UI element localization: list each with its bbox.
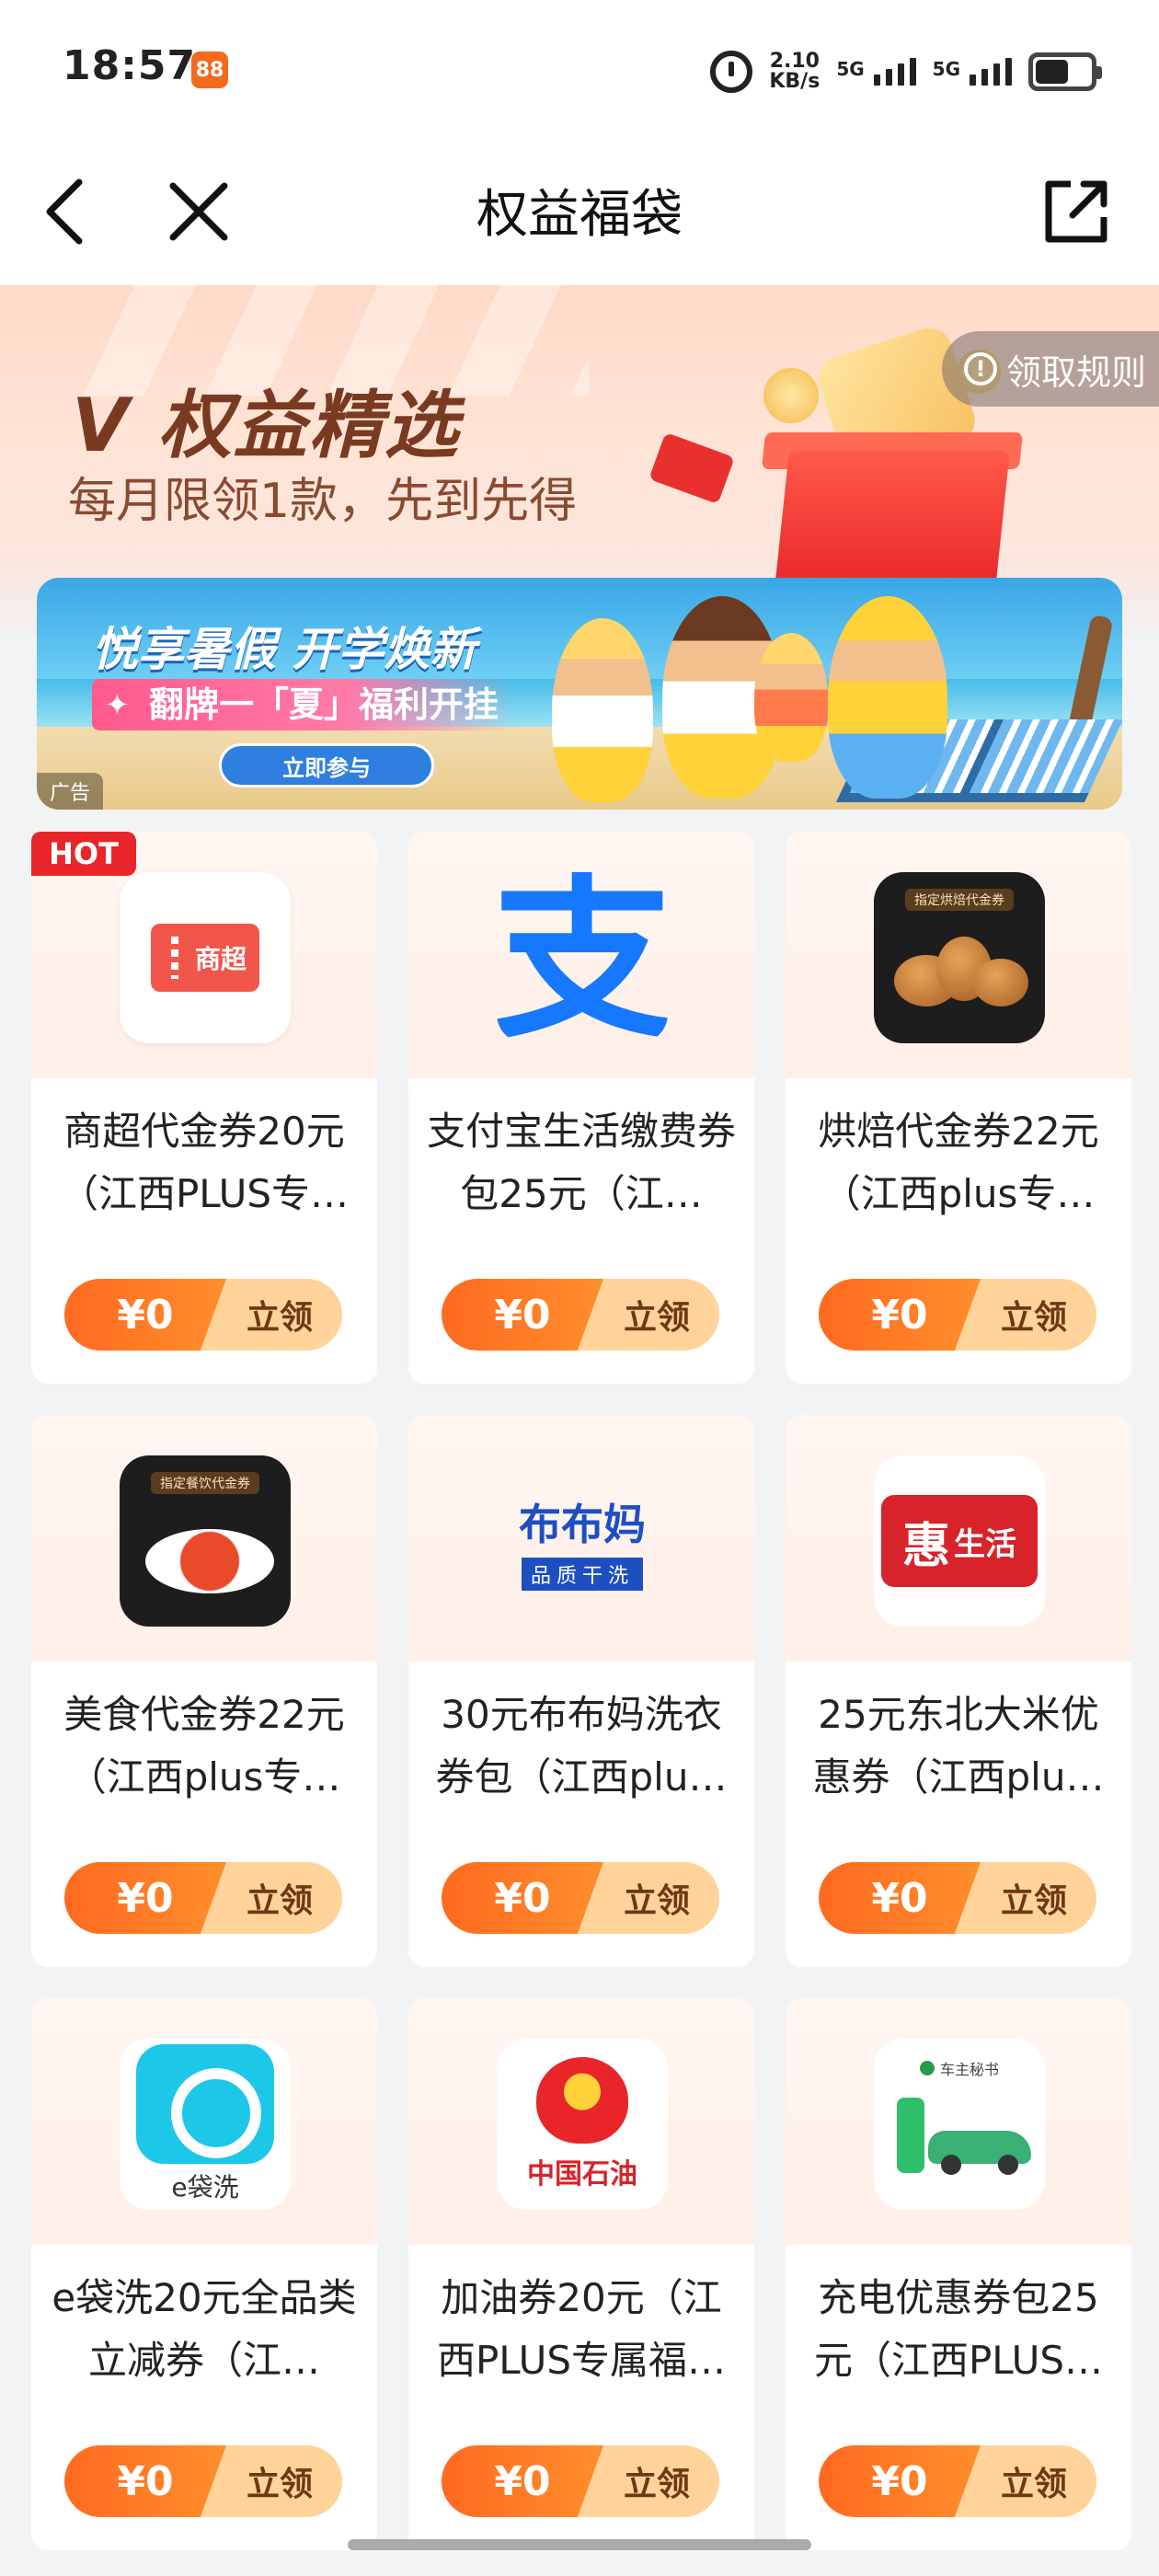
alarm-icon — [710, 51, 753, 93]
share-button[interactable] — [1030, 166, 1122, 258]
voucher-name: 充电优惠券包25元（江西PLUS… — [813, 2275, 1104, 2383]
claim-button[interactable]: ¥0 立领 — [819, 1279, 1096, 1351]
food-illustration — [136, 1511, 274, 1599]
voucher-name: 25元东北大米优惠券（江西plu… — [812, 1692, 1105, 1800]
net-speed-value: 2.10 — [769, 50, 820, 73]
claim-button[interactable]: ¥0 立领 — [64, 1862, 342, 1934]
claim-price: ¥0 — [442, 2445, 603, 2517]
status-bar: 18:57 88 2.10 KB/s 5G 5G — [0, 0, 1159, 138]
supermarket-voucher-icon: 商超 — [120, 872, 291, 1043]
claim-price: ¥0 — [64, 1862, 226, 1934]
edaixi-icon: e袋洗 — [120, 2039, 291, 2210]
logo-label: 指定烘焙代金券 — [905, 889, 1014, 911]
logo-label: 车主秘书 — [920, 2057, 999, 2079]
ad-subtitle: 翻牌一「夏」福利开挂 — [92, 679, 518, 730]
ad-title: 悦享暑假 开学焕新 — [92, 623, 476, 676]
share-icon — [1045, 180, 1107, 243]
kid-illustration — [828, 596, 947, 799]
claim-price: ¥0 — [819, 2445, 981, 2517]
bread-illustration — [890, 927, 1028, 1016]
claim-button[interactable]: ¥0 立领 — [819, 1862, 1096, 1934]
voucher-name: 美食代金券22元（江西plus专… — [63, 1692, 345, 1800]
rules-button[interactable]: ! 领取规则 — [942, 331, 1159, 407]
claim-price: ¥0 — [819, 1279, 981, 1351]
logo-label: 中国石油 — [527, 2158, 637, 2191]
voucher-card[interactable]: 惠 生活 25元东北大米优惠券（江西plu… ¥0 立领 — [786, 1415, 1131, 1967]
kid-illustration — [552, 618, 653, 802]
petrochina-emblem-icon — [536, 2057, 628, 2144]
nav-bar: 权益福袋 — [0, 138, 1159, 285]
logo-label: 惠 — [901, 1517, 950, 1574]
bakery-voucher-icon: 指定烘焙代金券 — [874, 872, 1045, 1043]
hui-logo: 惠 生活 — [881, 1495, 1038, 1587]
logo-label: 指定餐饮代金券 — [151, 1472, 259, 1494]
hero-title: V 权益精选 — [72, 383, 460, 468]
sim1-label: 5G — [836, 58, 865, 80]
voucher-name: 烘焙代金券22元（江西plus专… — [818, 1109, 1099, 1216]
edaixi-bubble-icon — [136, 2044, 274, 2164]
net-speed: 2.10 KB/s — [769, 52, 820, 92]
ev-charging-icon: 车主秘书 — [874, 2039, 1045, 2210]
claim-price: ¥0 — [64, 1279, 226, 1351]
voucher-card[interactable]: 指定烘焙代金券 烘焙代金券22元（江西plus专… ¥0 立领 — [786, 832, 1131, 1384]
bubuma-laundry-icon: 布布妈 品质干洗 — [497, 1455, 668, 1627]
hero-subtitle: 每月限领1款，先到先得 — [68, 474, 578, 529]
logo-label: e袋洗 — [171, 2172, 239, 2202]
hot-badge: HOT — [31, 832, 136, 876]
voucher-card[interactable]: 中国石油 加油券20元（江西PLUS专属福… ¥0 立领 — [408, 1998, 754, 2550]
claim-button[interactable]: ¥0 立领 — [442, 2445, 719, 2517]
status-time: 18:57 — [63, 42, 197, 89]
ad-join-button[interactable]: 立即参与 — [219, 743, 434, 788]
kid-illustration — [754, 633, 828, 762]
voucher-name: 商超代金券20元（江西PLUS专… — [59, 1109, 350, 1216]
rules-label: 领取规则 — [1006, 351, 1147, 393]
net-speed-unit: KB/s — [769, 70, 820, 93]
petrochina-icon: 中国石油 — [497, 2039, 668, 2210]
claim-button[interactable]: ¥0 立领 — [442, 1862, 719, 1934]
red-envelope-icon — [648, 431, 735, 505]
claim-button[interactable]: ¥0 立领 — [819, 2445, 1096, 2517]
ev-charger-illustration — [886, 2088, 1033, 2177]
voucher-card[interactable]: 车主秘书 充电优惠券包25元（江西PLUS… ¥0 立领 — [786, 1998, 1131, 2550]
claim-price: ¥0 — [442, 1862, 603, 1934]
voucher-card[interactable]: 商超 商超代金券20元（江西PLUS专… ¥0 立领 — [31, 832, 377, 1384]
voucher-grid: 商超 商超代金券20元（江西PLUS专… ¥0 立领 支 支付宝生活缴费券包25… — [31, 832, 1131, 2550]
voucher-name: 加油券20元（江西PLUS专属福… — [436, 2275, 727, 2383]
claim-button[interactable]: ¥0 立领 — [64, 2445, 342, 2517]
claim-price: ¥0 — [442, 1279, 603, 1351]
ad-banner[interactable]: 悦享暑假 开学焕新 翻牌一「夏」福利开挂 立即参与 广告 — [37, 578, 1122, 810]
logo-label: 商超 — [151, 924, 259, 992]
claim-button[interactable]: ¥0 立领 — [442, 1279, 719, 1351]
voucher-card[interactable]: e袋洗 e袋洗20元全品类立减券（江… ¥0 立领 — [31, 1998, 377, 2550]
signal-icon-sim1: 5G — [836, 58, 916, 86]
signal-icon-sim2: 5G — [933, 58, 1012, 86]
voucher-name: e袋洗20元全品类立减券（江… — [52, 2275, 357, 2383]
claim-price: ¥0 — [64, 2445, 226, 2517]
claim-price: ¥0 — [819, 1862, 981, 1934]
battery-icon — [1028, 52, 1102, 91]
logo-label: 支 — [497, 872, 668, 1043]
voucher-card[interactable]: 布布妈 品质干洗 30元布布妈洗衣券包（江西plu… ¥0 立领 — [408, 1415, 754, 1967]
page-title: 权益福袋 — [476, 185, 683, 245]
status-indicators: 2.10 KB/s 5G 5G — [710, 46, 1102, 98]
info-icon: ! — [964, 352, 997, 385]
voucher-card[interactable]: 支 支付宝生活缴费券包25元（江… ¥0 立领 — [408, 832, 754, 1384]
logo-sublabel: 品质干洗 — [521, 1558, 643, 1591]
ad-tag: 广告 — [37, 773, 103, 810]
voucher-name: 30元布布妈洗衣券包（江西plu… — [435, 1692, 728, 1800]
claim-button[interactable]: ¥0 立领 — [64, 1279, 342, 1351]
sim2-label: 5G — [932, 58, 960, 80]
huishenghuo-icon: 惠 生活 — [874, 1455, 1045, 1627]
app-notification-icon: 88 — [191, 52, 228, 88]
logo-label: 布布妈 — [519, 1500, 646, 1549]
home-indicator[interactable] — [348, 2539, 811, 2550]
alipay-icon: 支 — [497, 872, 668, 1043]
food-voucher-icon: 指定餐饮代金券 — [120, 1455, 291, 1627]
logo-sublabel: 生活 — [954, 1525, 1016, 1563]
voucher-card[interactable]: 指定餐饮代金券 美食代金券22元（江西plus专… ¥0 立领 — [31, 1415, 377, 1967]
voucher-name: 支付宝生活缴费券包25元（江… — [427, 1109, 736, 1216]
